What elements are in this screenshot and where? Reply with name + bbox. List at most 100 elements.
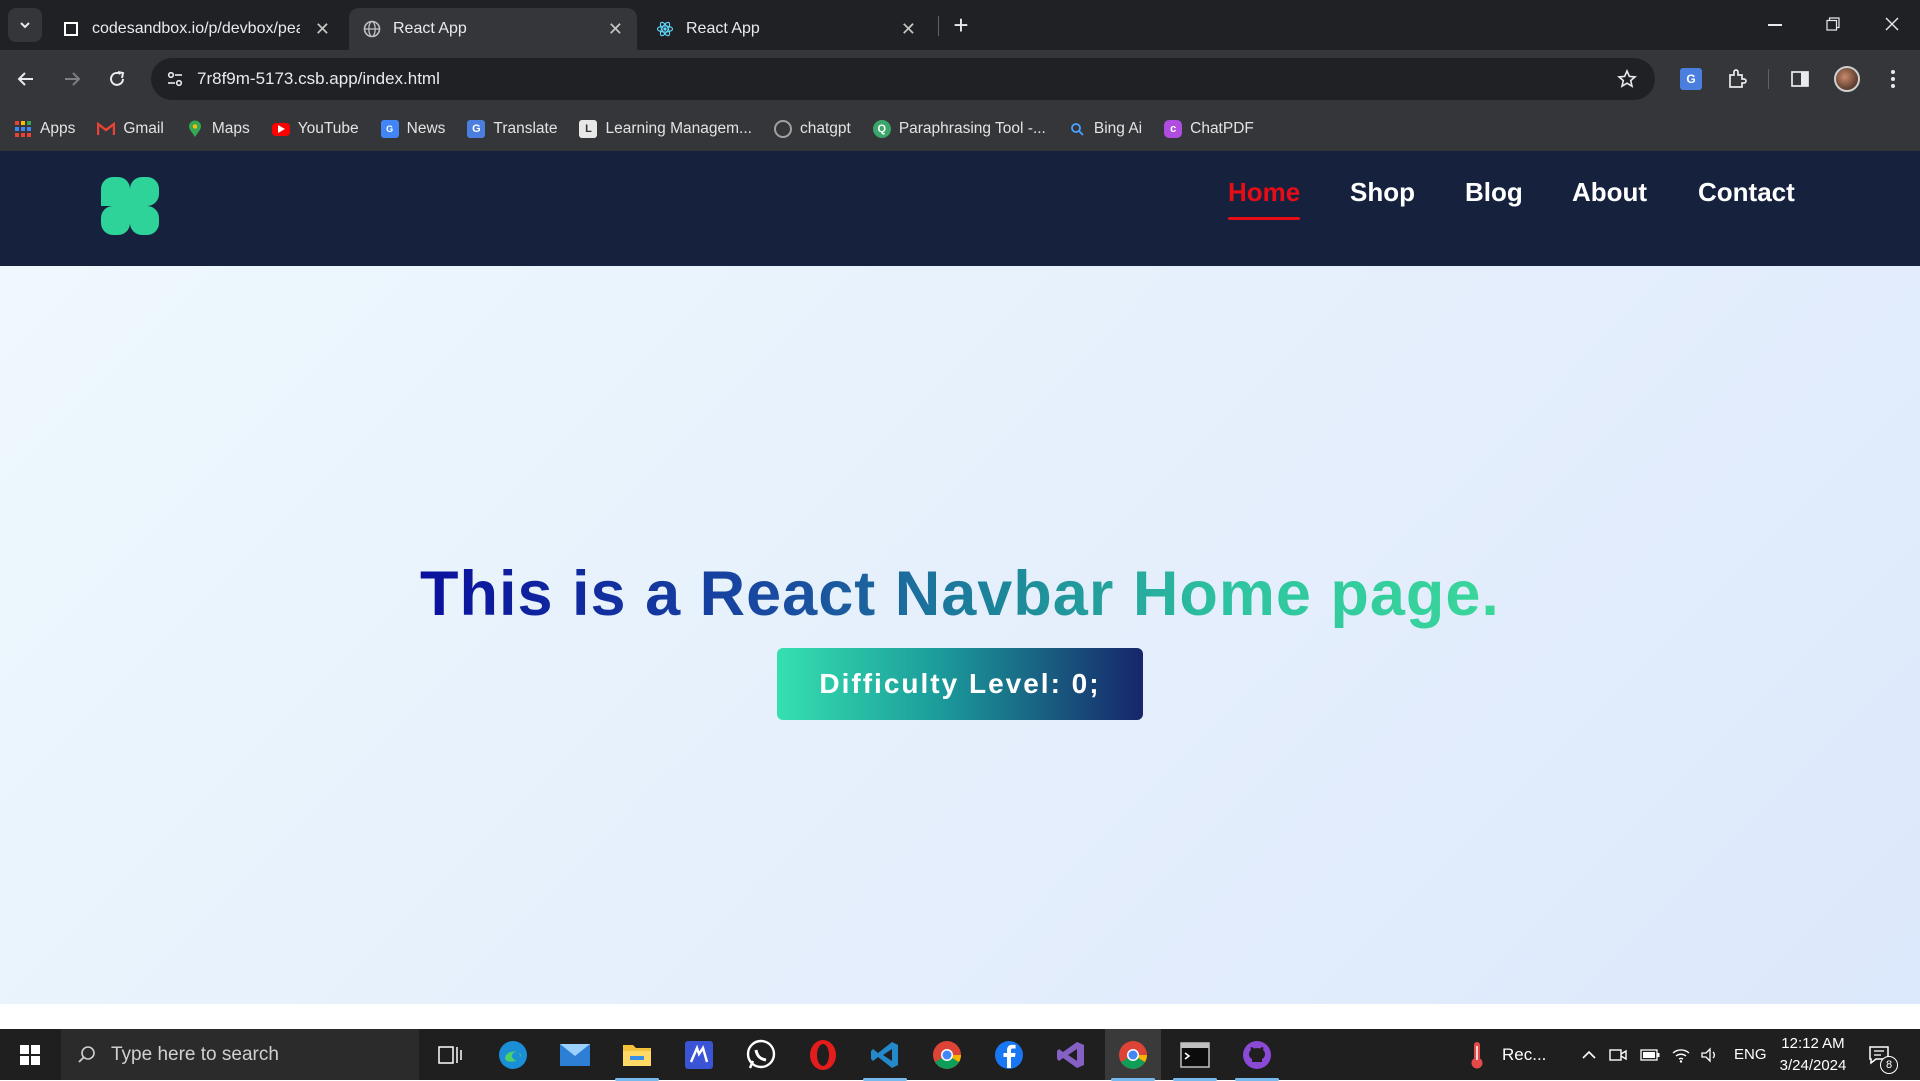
notification-center-icon[interactable]: 8: [1868, 1029, 1898, 1080]
avatar[interactable]: [1834, 66, 1860, 92]
tab-search-button[interactable]: [8, 8, 42, 42]
toolbar-divider: [1768, 69, 1769, 89]
bookmark-label: Maps: [211, 120, 250, 137]
reload-icon[interactable]: [107, 69, 127, 89]
tab-title: React App: [393, 20, 467, 37]
bookmark-label: News: [406, 120, 446, 137]
url-text[interactable]: 7r8f9m-5173.csb.app/index.html: [197, 69, 440, 89]
app-icon-blue[interactable]: [681, 1037, 717, 1073]
site-info-icon[interactable]: [165, 69, 185, 89]
terminal-icon[interactable]: [1173, 1037, 1217, 1081]
bookmark-paraphrasing[interactable]: Q Paraphrasing Tool -...: [872, 120, 1046, 138]
tab-codesandbox[interactable]: codesandbox.io/p/devbox/peac ✕: [48, 8, 344, 50]
tab-divider: [938, 16, 939, 36]
extensions-icon[interactable]: [1726, 68, 1748, 90]
nav-home[interactable]: Home: [1228, 177, 1301, 220]
chatgpt-icon: [773, 120, 792, 138]
learning-icon: L: [579, 120, 598, 138]
bookmark-chatgpt[interactable]: chatgpt: [773, 120, 851, 138]
new-tab-button[interactable]: +: [950, 8, 972, 42]
difficulty-level-button[interactable]: Difficulty Level: 0;: [777, 648, 1143, 720]
bookmark-label: ChatPDF: [1190, 120, 1254, 137]
search-placeholder: Type here to search: [111, 1043, 279, 1065]
mail-icon[interactable]: [557, 1037, 593, 1073]
clock-time: 12:12 AM: [1781, 1034, 1845, 1052]
bookmark-chatpdf[interactable]: c ChatPDF: [1164, 120, 1254, 138]
visual-studio-icon[interactable]: [1053, 1037, 1089, 1073]
forward-icon[interactable]: [62, 69, 82, 89]
back-icon[interactable]: [16, 69, 36, 89]
notification-badge: 8: [1880, 1056, 1898, 1074]
volume-icon[interactable]: [1700, 1029, 1720, 1080]
browser-toolbar: 7r8f9m-5173.csb.app/index.html G: [0, 50, 1920, 107]
menu-kebab-icon[interactable]: [1890, 68, 1896, 90]
vscode-icon[interactable]: [863, 1037, 907, 1081]
close-icon[interactable]: ✕: [901, 19, 916, 39]
battery-icon[interactable]: [1640, 1029, 1660, 1080]
edge-icon[interactable]: [495, 1037, 531, 1073]
bookmark-label: chatgpt: [799, 120, 851, 137]
bing-search-icon: [1068, 120, 1086, 138]
minimize-icon[interactable]: [1768, 24, 1782, 26]
hero-section: This is a React Navbar Home page. Diffic…: [0, 266, 1920, 1004]
nav-shop[interactable]: Shop: [1350, 177, 1415, 208]
bookmark-apps[interactable]: Apps: [14, 120, 75, 138]
bookmark-maps[interactable]: Maps: [186, 120, 250, 138]
tab-react-app[interactable]: React App ✕: [642, 8, 930, 50]
close-icon[interactable]: ✕: [608, 19, 623, 39]
weather-widget[interactable]: Rec...: [1468, 1029, 1546, 1080]
nav-blog[interactable]: Blog: [1465, 177, 1523, 208]
gmail-icon: [97, 120, 116, 138]
headline-text: This is a React Navbar Home page.: [416, 558, 1504, 630]
side-panel-icon[interactable]: [1790, 69, 1810, 89]
globe-icon: [363, 20, 381, 38]
window-close-icon[interactable]: [1884, 16, 1900, 32]
bookmark-translate[interactable]: G Translate: [467, 120, 557, 138]
youtube-icon: [271, 122, 290, 136]
bookmark-star-icon[interactable]: [1617, 69, 1637, 89]
chrome-icon[interactable]: [929, 1037, 965, 1073]
meet-now-icon[interactable]: [1609, 1029, 1627, 1080]
nav-about[interactable]: About: [1572, 177, 1647, 208]
restore-icon[interactable]: [1826, 17, 1840, 31]
page-title: This is a React Navbar Home page.: [0, 558, 1920, 630]
windows-start-icon[interactable]: [20, 1045, 40, 1065]
nav-contact[interactable]: Contact: [1698, 177, 1795, 208]
chevron-down-icon: [20, 22, 30, 29]
show-hidden-icons[interactable]: [1581, 1029, 1597, 1080]
page-bottom-strip: [0, 1004, 1920, 1029]
bookmark-gmail[interactable]: Gmail: [97, 120, 164, 138]
bookmark-youtube[interactable]: YouTube: [271, 120, 359, 138]
chatpdf-icon: c: [1164, 120, 1183, 138]
language-indicator[interactable]: ENG: [1734, 1029, 1767, 1080]
maps-icon: [186, 120, 204, 138]
tab-react-app-active[interactable]: React App ✕: [349, 8, 637, 50]
wifi-icon[interactable]: [1671, 1029, 1691, 1080]
weather-label: Rec...: [1502, 1044, 1547, 1064]
close-icon[interactable]: ✕: [315, 19, 330, 39]
bookmarks-bar: Apps Gmail Maps YouTube G News G Transla…: [0, 107, 1920, 151]
bookmark-news[interactable]: G News: [380, 120, 446, 138]
github-icon[interactable]: [1235, 1037, 1279, 1081]
tab-title: React App: [686, 20, 760, 37]
google-translate-icon[interactable]: G: [1680, 68, 1702, 90]
site-logo[interactable]: [101, 177, 159, 235]
bookmark-bing[interactable]: Bing Ai: [1068, 120, 1142, 138]
bookmark-label: Gmail: [123, 120, 164, 137]
paraphrasing-icon: Q: [872, 120, 891, 138]
address-bar[interactable]: 7r8f9m-5173.csb.app/index.html: [151, 58, 1655, 100]
taskbar-search-box[interactable]: Type here to search: [61, 1029, 419, 1080]
clock[interactable]: 12:12 AM 3/24/2024: [1778, 1029, 1848, 1080]
chrome-active-icon[interactable]: [1111, 1037, 1155, 1081]
opera-icon[interactable]: [805, 1037, 841, 1073]
file-explorer-icon[interactable]: [615, 1037, 659, 1081]
bookmark-learning[interactable]: L Learning Managem...: [579, 120, 752, 138]
windows-taskbar: Type here to search Rec... ENG 12:12 AM …: [0, 1029, 1920, 1081]
bookmark-label: YouTube: [297, 120, 359, 137]
search-icon: [78, 1045, 95, 1063]
whatsapp-icon[interactable]: [743, 1037, 779, 1073]
task-view-icon[interactable]: [432, 1037, 468, 1073]
facebook-icon[interactable]: [991, 1037, 1027, 1073]
site-navbar: Home Shop Blog About Contact: [0, 151, 1920, 266]
bookmark-label: Apps: [40, 120, 76, 137]
